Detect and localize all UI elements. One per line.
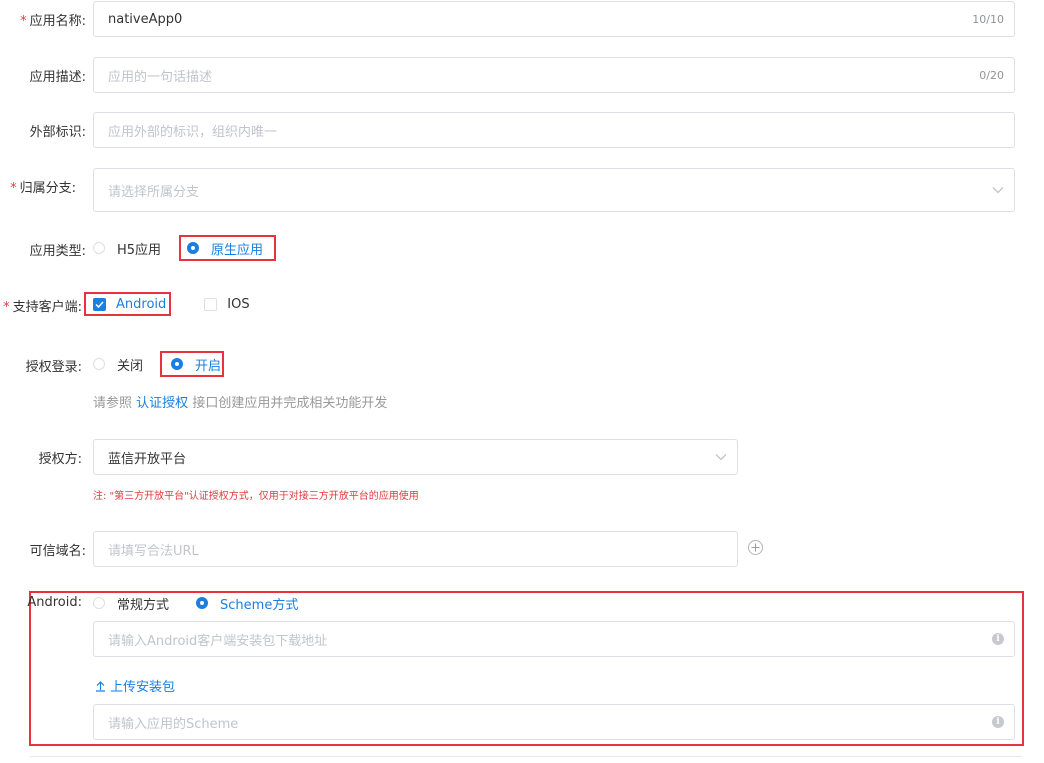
app-name-value: nativeApp0: [108, 11, 183, 27]
auth-login-on-text: 开启: [195, 358, 222, 374]
radio-checked-icon: [196, 597, 209, 609]
app-type-native-text: 原生应用: [211, 242, 264, 258]
app-name-input[interactable]: nativeApp0 10/10: [93, 1, 1015, 37]
android-scheme-text: Scheme方式: [220, 597, 299, 613]
client-ios-text: IOS: [227, 296, 250, 312]
app-name-label: * 应用名称:: [20, 14, 86, 29]
android-scheme-placeholder: 请输入应用的Scheme: [108, 716, 239, 732]
info-icon: i: [992, 633, 1004, 645]
radio-checked-icon: [187, 242, 200, 254]
app-type-radio-group: H5应用 原生应用: [93, 238, 263, 258]
trusted-domain-label: 可信域名:: [29, 544, 86, 559]
auth-doc-link[interactable]: 认证授权: [136, 396, 188, 411]
app-desc-label: 应用描述:: [29, 70, 86, 85]
auth-hint-suffix: 接口创建应用并完成相关功能开发: [192, 396, 388, 411]
external-id-input[interactable]: 应用外部的标识，组织内唯一: [93, 112, 1015, 148]
branch-select[interactable]: 请选择所属分支: [93, 168, 1015, 212]
auth-login-radio-group: 关闭 开启: [93, 354, 221, 374]
chevron-down-icon: [715, 451, 727, 463]
android-scheme-input[interactable]: 请输入应用的Scheme i: [93, 704, 1015, 740]
radio-icon: [93, 358, 105, 370]
upload-arrow-icon: [96, 680, 105, 692]
auth-login-on-radio[interactable]: 开启: [171, 355, 221, 374]
external-id-placeholder: 应用外部的标识，组织内唯一: [108, 124, 278, 140]
branch-placeholder: 请选择所属分支: [108, 184, 200, 200]
client-android-checkbox[interactable]: Android: [93, 297, 166, 312]
checkbox-icon: [204, 297, 218, 311]
auth-provider-value: 蓝信开放平台: [108, 451, 187, 467]
app-type-h5-radio[interactable]: H5应用: [93, 239, 161, 258]
radio-icon: [93, 597, 105, 609]
android-scheme-radio[interactable]: Scheme方式: [196, 594, 298, 613]
app-desc-input[interactable]: 应用的一句话描述 0/20: [93, 57, 1015, 93]
info-icon: i: [992, 716, 1004, 728]
client-ios-checkbox[interactable]: IOS: [204, 296, 250, 312]
app-name-counter: 10/10: [972, 12, 1004, 26]
android-mode-radio-group: 常规方式 Scheme方式: [93, 593, 298, 613]
app-desc-placeholder: 应用的一句话描述: [108, 69, 213, 85]
add-domain-plus-icon[interactable]: [748, 540, 763, 555]
auth-hint-prefix: 请参照: [93, 396, 133, 411]
divider: [30, 756, 1022, 757]
upload-package-button[interactable]: 上传安装包: [95, 676, 175, 695]
auth-login-label: 授权登录:: [25, 360, 82, 375]
app-type-native-radio[interactable]: 原生应用: [187, 239, 263, 258]
auth-login-off-text: 关闭: [117, 358, 144, 374]
external-id-label: 外部标识:: [29, 125, 86, 140]
trusted-domain-input[interactable]: 请填写合法URL: [93, 531, 738, 567]
trusted-domain-placeholder: 请填写合法URL: [108, 543, 199, 559]
android-download-url-placeholder: 请输入Android客户端安装包下载地址: [108, 633, 328, 649]
upload-package-text: 上传安装包: [110, 680, 176, 695]
auth-provider-select[interactable]: 蓝信开放平台: [93, 439, 738, 475]
app-type-label: 应用类型:: [29, 244, 86, 259]
auth-login-off-radio[interactable]: 关闭: [93, 355, 143, 374]
android-label: Android:: [27, 595, 82, 610]
app-type-h5-text: H5应用: [117, 242, 162, 258]
android-download-url-input[interactable]: 请输入Android客户端安装包下载地址 i: [93, 621, 1015, 657]
app-desc-counter: 0/20: [979, 68, 1004, 82]
android-normal-radio[interactable]: 常规方式: [93, 594, 169, 613]
chevron-down-icon: [992, 184, 1004, 196]
checkbox-checked-icon: [93, 297, 106, 311]
clients-checkbox-group: Android IOS: [93, 294, 250, 314]
auth-hint: 请参照 认证授权 接口创建应用并完成相关功能开发: [93, 392, 387, 411]
radio-checked-icon: [171, 358, 184, 370]
radio-icon: [93, 242, 105, 254]
clients-label: * 支持客户端:: [3, 300, 82, 315]
android-normal-text: 常规方式: [117, 597, 170, 613]
client-android-text: Android: [116, 296, 167, 312]
auth-provider-label: 授权方:: [38, 452, 82, 467]
branch-label: * 归属分支:: [10, 181, 76, 196]
auth-provider-note: 注: "第三方开放平台"认证授权方式，仅用于对接三方开放平台的应用使用: [93, 491, 419, 502]
